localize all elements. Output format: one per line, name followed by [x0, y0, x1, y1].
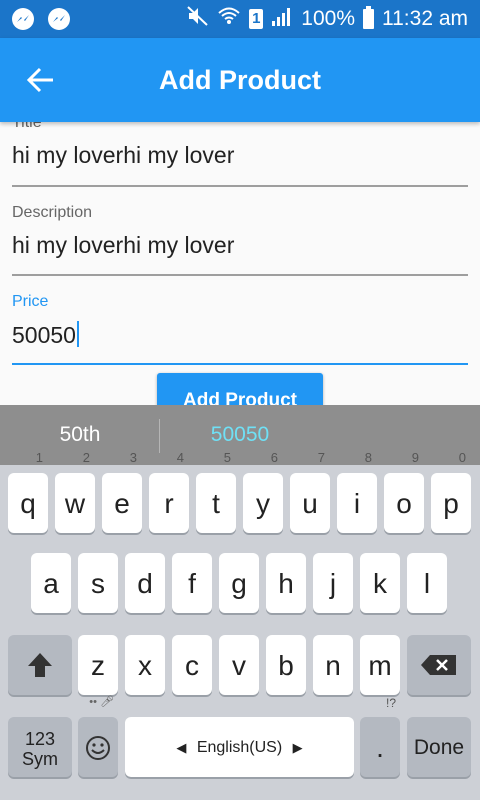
- backspace-icon: [421, 655, 456, 675]
- key-j[interactable]: j: [313, 553, 353, 613]
- key-y[interactable]: 6y: [243, 451, 283, 533]
- key-c[interactable]: c: [172, 635, 212, 695]
- price-input[interactable]: 50050: [12, 321, 468, 349]
- key-p[interactable]: 0p: [431, 451, 471, 533]
- messenger-icon: [12, 8, 34, 30]
- key-f[interactable]: f: [172, 553, 212, 613]
- shift-icon: [28, 653, 52, 677]
- space-key[interactable]: ◀ English(US) ▶: [125, 717, 354, 777]
- key-q[interactable]: 1q: [8, 451, 48, 533]
- key-d[interactable]: d: [125, 553, 165, 613]
- key-v[interactable]: v: [219, 635, 259, 695]
- title-underline: [12, 185, 468, 187]
- key-i[interactable]: 8i: [337, 451, 377, 533]
- key-o[interactable]: 9o: [384, 451, 424, 533]
- key-u[interactable]: 7u: [290, 451, 330, 533]
- emoji-key[interactable]: •• 🎤︎: [78, 696, 118, 777]
- signal-icon: [271, 6, 293, 32]
- key-l[interactable]: l: [407, 553, 447, 613]
- key-m[interactable]: m: [360, 635, 400, 695]
- key-n[interactable]: n: [313, 635, 353, 695]
- sim-icon: 1: [249, 9, 264, 29]
- description-input[interactable]: hi my loverhi my lover: [12, 232, 468, 259]
- key-b[interactable]: b: [266, 635, 306, 695]
- key-a[interactable]: a: [31, 553, 71, 613]
- mute-icon: [187, 6, 209, 32]
- battery-percent: 100%: [301, 7, 355, 30]
- description-label: Description: [12, 204, 93, 221]
- key-z[interactable]: z: [78, 635, 118, 695]
- price-field[interactable]: Price 50050: [12, 293, 468, 367]
- emoji-icon: [86, 736, 110, 760]
- shift-key[interactable]: [8, 635, 72, 695]
- key-x[interactable]: x: [125, 635, 165, 695]
- key-s[interactable]: s: [78, 553, 118, 613]
- key-w[interactable]: 2w: [55, 451, 95, 533]
- symbols-key[interactable]: 123 Sym: [8, 717, 72, 777]
- price-value: 50050: [12, 322, 76, 348]
- key-k[interactable]: k: [360, 553, 400, 613]
- key-e[interactable]: 3e: [102, 451, 142, 533]
- key-h[interactable]: h: [266, 553, 306, 613]
- battery-icon: [363, 6, 374, 29]
- wifi-icon: [217, 6, 241, 32]
- suggestion-bar: 50th 50050: [0, 405, 480, 465]
- messenger-icon: [48, 8, 70, 30]
- app-bar: Add Product: [0, 38, 480, 122]
- page-title: Add Product: [159, 65, 321, 95]
- language-left-icon: ◀: [176, 740, 187, 755]
- key-r[interactable]: 4r: [149, 451, 189, 533]
- period-key[interactable]: !? .: [360, 697, 400, 777]
- status-bar: 1 100% 11:32 am: [0, 0, 480, 38]
- key-t[interactable]: 5t: [196, 451, 236, 533]
- language-right-icon: ▶: [292, 740, 303, 755]
- price-underline: [12, 363, 468, 365]
- clock: 11:32 am: [382, 7, 468, 30]
- done-key[interactable]: Done: [407, 717, 471, 777]
- title-field[interactable]: Title hi my loverhi my lover: [12, 114, 468, 188]
- description-field[interactable]: Description hi my loverhi my lover: [12, 204, 468, 278]
- title-input[interactable]: hi my loverhi my lover: [12, 142, 468, 169]
- language-label: English(US): [196, 739, 283, 756]
- description-underline: [12, 274, 468, 276]
- mic-icon: •• 🎤︎: [89, 696, 114, 708]
- key-g[interactable]: g: [219, 553, 259, 613]
- price-label: Price: [12, 293, 49, 310]
- suggestion-2[interactable]: 50050: [160, 405, 320, 465]
- keyboard: 1q 2w 3e 4r 5t 6y 7u 8i 9o 0p a s d f g …: [0, 451, 480, 800]
- text-cursor: [76, 321, 79, 347]
- backspace-key[interactable]: [407, 635, 471, 695]
